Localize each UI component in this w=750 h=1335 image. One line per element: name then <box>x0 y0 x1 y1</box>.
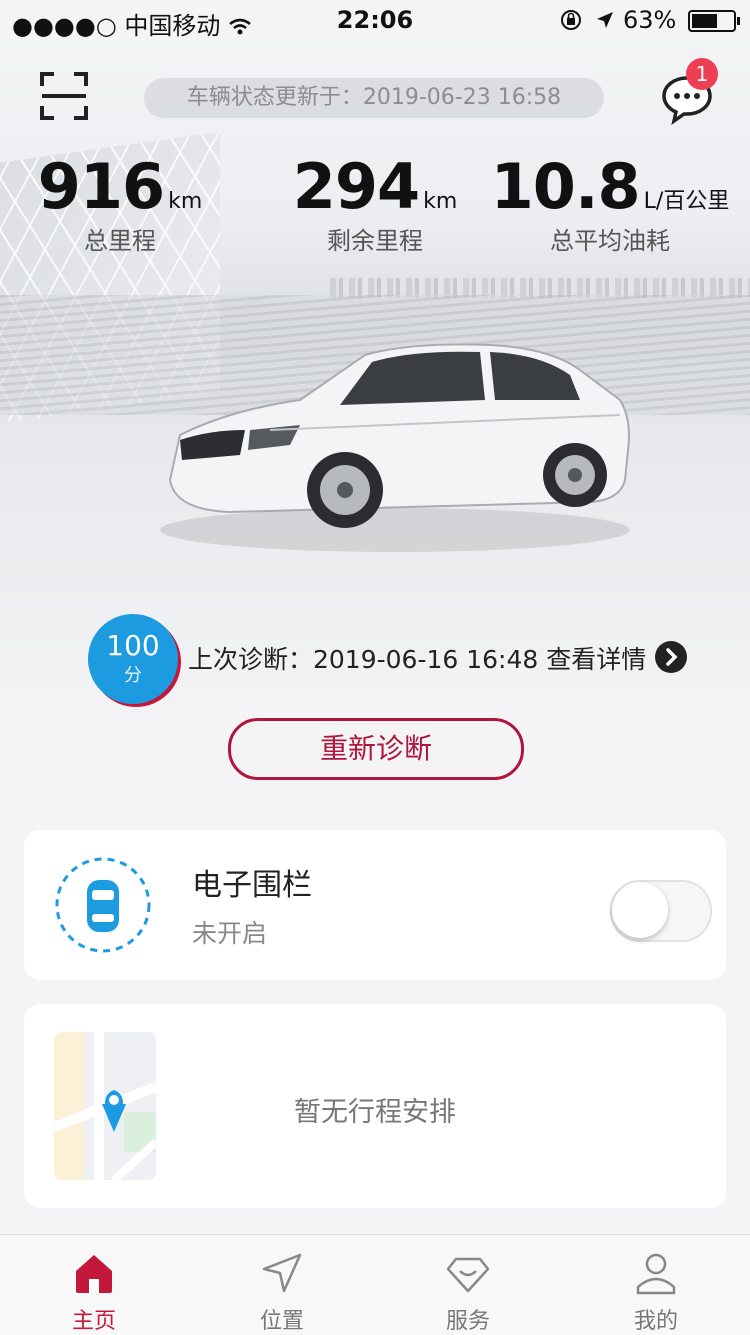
stat-label: 总里程 <box>84 227 156 255</box>
stat-label: 剩余里程 <box>327 227 423 255</box>
stat-value: 10.8 <box>490 150 641 223</box>
status-update-time: 车辆状态更新于：2019-06-23 16:58 <box>144 78 604 118</box>
navigation-icon <box>262 1253 302 1293</box>
rediagnose-button[interactable]: 重新诊断 <box>228 718 524 780</box>
chevron-right-icon[interactable] <box>655 641 687 673</box>
geofence-title: 电子围栏 <box>192 868 312 903</box>
stat-value: 916 <box>37 150 165 223</box>
score-unit: 分 <box>124 665 142 686</box>
stat-remaining-range: 294 km 剩余里程 <box>272 150 478 256</box>
message-badge: 1 <box>686 58 718 90</box>
score-value: 100 <box>106 629 160 662</box>
scan-icon[interactable] <box>40 72 88 120</box>
tab-label: 我的 <box>633 1309 678 1334</box>
location-arrow-icon <box>589 6 623 34</box>
geofence-status: 未开启 <box>192 919 268 948</box>
stat-total-mileage: 916 km 总里程 <box>20 150 220 256</box>
tab-home[interactable]: 主页 <box>34 1235 154 1335</box>
tab-label: 位置 <box>259 1309 304 1334</box>
tab-profile[interactable]: 我的 <box>596 1235 716 1335</box>
tab-label: 服务 <box>445 1309 490 1334</box>
battery-percent: 63% <box>623 6 677 34</box>
car-image <box>150 330 640 560</box>
tab-label: 主页 <box>71 1309 116 1334</box>
car-fence-icon <box>54 856 152 954</box>
battery-icon <box>688 10 740 32</box>
tab-service[interactable]: 服务 <box>408 1235 528 1335</box>
trip-empty-text: 暂无行程安排 <box>294 1097 456 1128</box>
status-bar: ●●●●○ 中国移动 22:06 63% <box>0 0 750 40</box>
geofence-card[interactable]: 电子围栏 未开启 <box>24 830 726 980</box>
toggle-knob <box>612 882 668 938</box>
trip-card[interactable]: 暂无行程安排 <box>24 1004 726 1208</box>
profile-icon <box>636 1253 676 1295</box>
stat-unit: km <box>168 189 203 214</box>
stat-label: 总平均油耗 <box>550 227 670 255</box>
service-icon <box>446 1257 490 1293</box>
last-diagnosis-link[interactable]: 上次诊断：2019-06-16 16:48 查看详情 <box>188 640 646 676</box>
stat-value: 294 <box>292 150 420 223</box>
stat-avg-fuel: 10.8 L/百公里 总平均油耗 <box>490 150 730 256</box>
tab-location[interactable]: 位置 <box>222 1235 342 1335</box>
stat-unit: L/百公里 <box>643 189 730 214</box>
diagnosis-score-badge: 100 分 <box>88 614 178 704</box>
geofence-toggle[interactable] <box>610 880 712 942</box>
home-icon <box>76 1255 112 1293</box>
stat-unit: km <box>423 189 458 214</box>
rotation-lock-icon <box>560 6 590 34</box>
tab-bar: 主页 位置 服务 我的 <box>0 1234 750 1335</box>
